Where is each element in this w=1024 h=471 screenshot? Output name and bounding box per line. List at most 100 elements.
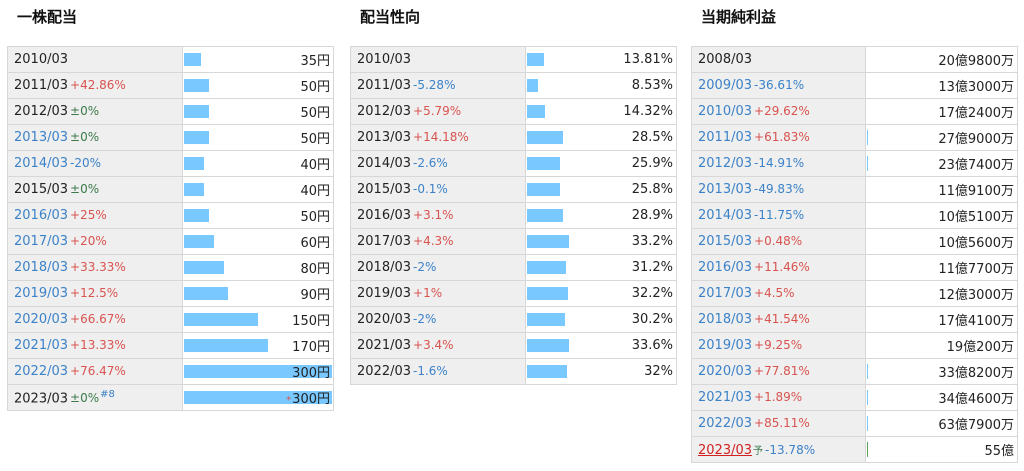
year-label[interactable]: 2022/03 [698,416,752,431]
year-label: 2011/03 [357,78,412,93]
year-cell: 2012/03 ±0% [7,98,183,125]
table-row: 2023/03予 -13.78% 55億 [691,436,1018,463]
value-number: 40円 [300,184,330,199]
value-number: 31.2% [631,260,673,275]
table-row: 2013/03 +14.18% 28.5% [350,124,677,151]
change-label: +14.18% [413,130,469,144]
year-cell: 2021/03 +13.33% [7,332,183,359]
year-label[interactable]: 2016/03 [698,260,752,275]
value-number: 33.6% [631,338,673,353]
year-label[interactable]: 2013/03 [14,130,68,145]
year-label[interactable]: 2009/03 [698,78,752,93]
year-label[interactable]: 2019/03 [14,286,68,301]
year-cell: 2021/03 +1.89% [691,384,866,411]
value-text: 300円 [292,366,330,381]
value-cell: 32% [525,358,677,385]
year-label[interactable]: 2020/03 [698,364,752,379]
value-bar [527,79,538,92]
year-cell: 2016/03 +3.1% [350,202,526,229]
table-row: 2011/03 +42.86% 50円 [7,72,334,99]
change-label: -49.83% [754,182,805,196]
year-label: 2015/03 [357,182,412,197]
year-label[interactable]: 2014/03 [14,156,68,171]
value-number: 14.32% [623,104,673,119]
forecast-mark: 予 [753,445,764,457]
value-number: 28.9% [631,208,673,223]
value-number: 8.53% [631,78,673,93]
value-bar [527,287,568,300]
change-label: ±0% [70,182,100,196]
year-label[interactable]: 2015/03 [698,234,752,249]
value-text: 14.32% [623,104,673,119]
year-label[interactable]: 2011/03 [698,130,752,145]
value-cell: 80円 [182,254,334,281]
value-text: 28.5% [632,130,673,145]
value-number: 10億5600万 [938,236,1014,251]
value-number: 55億 [984,444,1014,459]
year-cell: 2020/03 +66.67% [7,306,183,333]
year-label[interactable]: 2013/03 [698,182,752,197]
table-row: 2018/03 -2% 31.2% [350,254,677,281]
change-label: +3.4% [413,338,454,352]
year-label[interactable]: 2021/03 [698,390,752,405]
value-cell: 20億9800万 [865,46,1018,73]
table-row: 2020/03 +66.67% 150円 [7,306,334,333]
value-number: 20億9800万 [938,54,1014,69]
value-text: *300円 [286,392,330,407]
value-cell: 13億3000万 [865,72,1018,99]
year-cell: 2018/03 -2% [350,254,526,281]
value-text: 13.81% [623,52,673,67]
change-label: +25% [70,208,107,222]
year-cell: 2013/03 +14.18% [350,124,526,151]
change-label: -11.75% [754,208,805,222]
value-cell: 14.32% [525,98,677,125]
year-cell: 2017/03 +4.3% [350,228,526,255]
note-link[interactable]: #8 [100,389,115,400]
value-text: 17億4100万 [938,314,1014,329]
value-bar [184,235,214,248]
value-cell: 17億4100万 [865,306,1018,333]
table-row: 2014/03 -2.6% 25.9% [350,150,677,177]
table-row: 2016/03 +11.46% 11億7700万 [691,254,1018,281]
table-row: 2012/03 +5.79% 14.32% [350,98,677,125]
value-bar [184,287,228,300]
year-label[interactable]: 2010/03 [698,104,752,119]
value-cell: 25.9% [525,150,677,177]
value-cell: 63億7900万 [865,410,1018,437]
value-number: 13億3000万 [938,80,1014,95]
year-label[interactable]: 2018/03 [14,260,68,275]
change-label: -20% [70,156,102,170]
value-bar [184,131,209,144]
year-cell: 2019/03 +9.25% [691,332,866,359]
value-bar [184,79,209,92]
value-cell: 32.2% [525,280,677,307]
year-label: 2023/03 [14,391,69,407]
year-label[interactable]: 2016/03 [14,208,68,223]
value-cell: 10億5100万 [865,202,1018,229]
value-number: 32.2% [631,286,673,301]
year-label[interactable]: 2019/03 [698,338,752,353]
value-text: 33億8200万 [938,366,1014,381]
table-row: 2010/03 13.81% [350,46,677,73]
year-label[interactable]: 2018/03 [698,312,752,327]
table-row: 2017/03 +4.5% 12億3000万 [691,280,1018,307]
value-bar [527,157,560,170]
value-cell: 33.2% [525,228,677,255]
change-label: +76.47% [70,364,126,378]
value-cell: 28.5% [525,124,677,151]
value-cell: 25.8% [525,176,677,203]
year-label[interactable]: 2020/03 [14,312,68,327]
year-label[interactable]: 2017/03 [698,286,752,301]
year-label[interactable]: 2017/03 [14,234,68,249]
table-row: 2019/03 +1% 32.2% [350,280,677,307]
year-label[interactable]: 2021/03 [14,338,68,353]
year-label[interactable]: 2022/03 [14,364,68,379]
year-cell: 2009/03 -36.61% [691,72,866,99]
year-label[interactable]: 2012/03 [698,156,752,171]
year-label[interactable]: 2023/03 [698,443,752,458]
value-bar [184,183,204,196]
value-bar [184,313,258,326]
year-cell: 2015/03 -0.1% [350,176,526,203]
value-cell: 40円 [182,150,334,177]
year-label[interactable]: 2014/03 [698,208,752,223]
